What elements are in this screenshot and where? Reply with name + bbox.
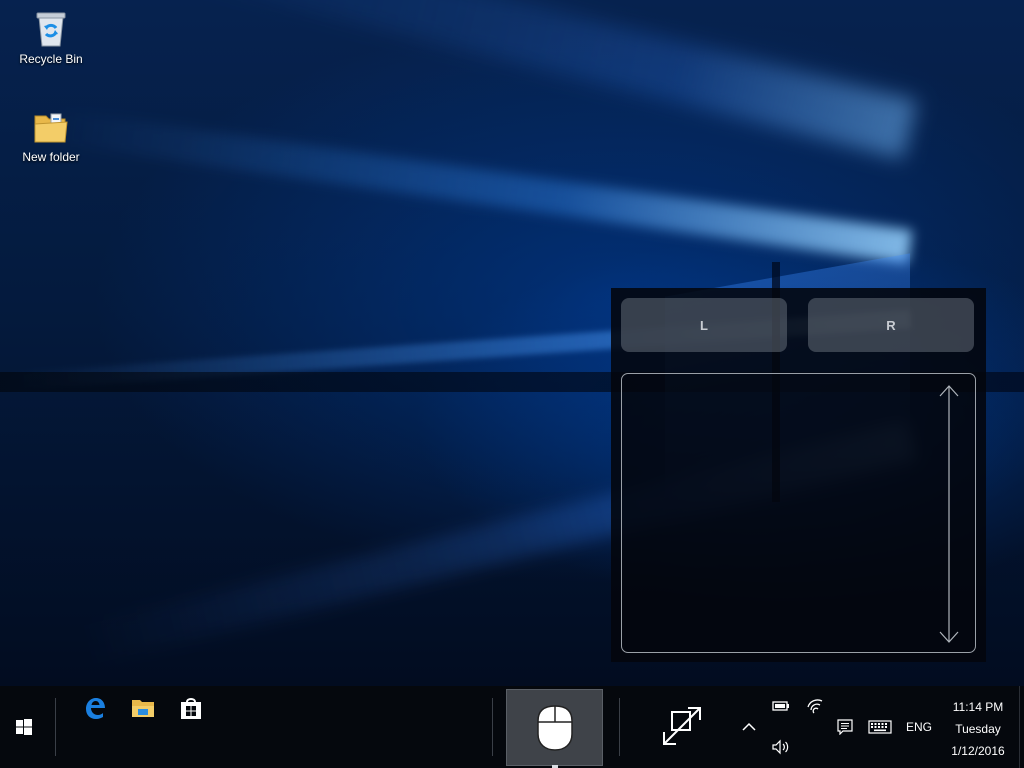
network-status[interactable] (803, 696, 827, 718)
resize-arrows-icon (663, 707, 701, 745)
light-beam (46, 109, 913, 264)
clock-time: 11:14 PM (952, 700, 1004, 714)
show-desktop-button[interactable] (1019, 686, 1024, 768)
edge-icon (86, 698, 105, 719)
light-beam (136, 0, 918, 160)
right-click-button[interactable]: R (808, 298, 974, 352)
desktop-icon-new-folder[interactable]: New folder (13, 106, 89, 164)
store-icon (181, 698, 201, 719)
touchpad-panel: L R (611, 288, 986, 662)
virtual-mouse-button[interactable] (506, 689, 603, 768)
start-button[interactable] (0, 686, 48, 768)
scroll-rail-icon[interactable] (937, 382, 961, 646)
clock-date: 1/12/2016 (951, 744, 1005, 758)
wifi-icon (807, 699, 823, 714)
chevron-up-icon (742, 722, 756, 731)
touchpad-surface[interactable] (621, 373, 976, 653)
taskbar: ENG 11:14 PM Tuesday 1/12/2016 (0, 686, 1024, 768)
action-center-button[interactable] (834, 716, 856, 738)
store-button[interactable] (174, 691, 208, 725)
resize-touchpad-button[interactable] (652, 696, 712, 756)
show-hidden-icons-button[interactable] (736, 714, 762, 740)
notification-icon (837, 719, 853, 735)
taskbar-separator (619, 698, 620, 756)
desktop-icon-recycle-bin[interactable]: Recycle Bin (13, 8, 89, 66)
input-language-indicator[interactable]: ENG (902, 716, 936, 738)
speaker-icon (772, 739, 789, 755)
mouse-icon (536, 704, 573, 751)
windows-logo-icon (16, 719, 32, 735)
taskbar-separator (492, 698, 493, 756)
touch-keyboard-button[interactable] (866, 716, 894, 738)
file-explorer-button[interactable] (126, 691, 160, 725)
volume-control[interactable] (769, 736, 793, 758)
desktop-icon-label: New folder (22, 150, 80, 164)
left-click-button[interactable]: L (621, 298, 787, 352)
recycle-bin-icon (36, 12, 66, 47)
folder-icon (34, 113, 68, 143)
battery-status[interactable] (769, 696, 793, 716)
desktop-icon-label: Recycle Bin (19, 52, 83, 66)
edge-browser-button[interactable] (78, 691, 112, 725)
file-explorer-icon (132, 700, 154, 717)
battery-icon (772, 701, 789, 711)
system-clock[interactable]: 11:14 PM Tuesday 1/12/2016 (944, 696, 1012, 762)
taskbar-separator (55, 698, 56, 756)
keyboard-icon (868, 720, 892, 734)
clock-day: Tuesday (955, 722, 1001, 736)
